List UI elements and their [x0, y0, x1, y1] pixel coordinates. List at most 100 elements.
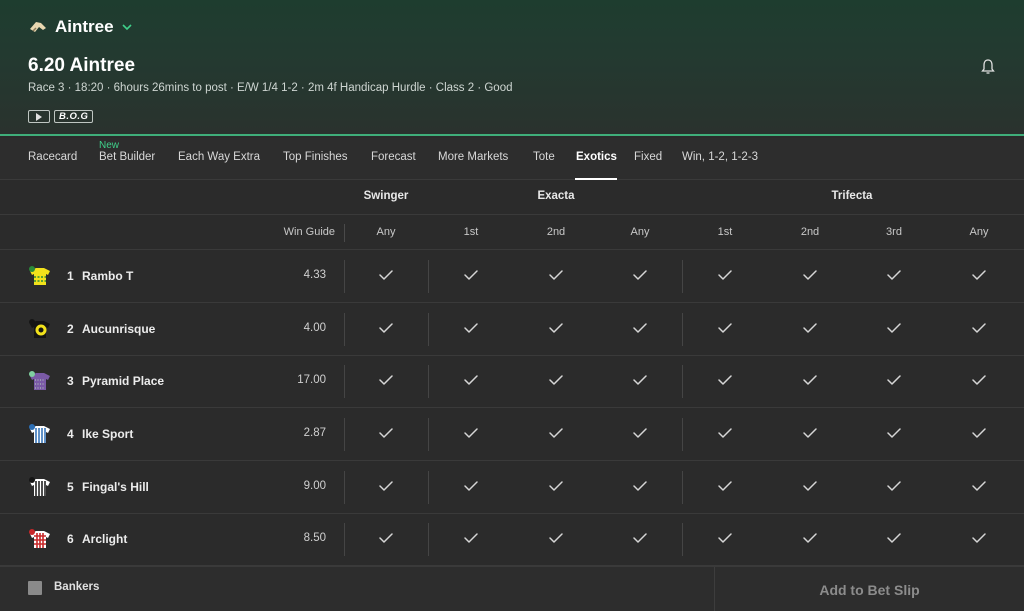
check-icon-trifecta-1st[interactable] [717, 268, 733, 282]
race-title: 6.20 Aintree [28, 55, 136, 76]
tab-exotics[interactable]: Exotics [576, 151, 617, 163]
check-icon-exacta-1st[interactable] [463, 268, 479, 282]
win-guide-price: 2.87 [303, 427, 326, 439]
runner-name[interactable]: Ike Sport [82, 427, 133, 441]
jockey-silk-icon [29, 266, 50, 285]
bet-type-header: Swinger Exacta Trifecta [0, 180, 1024, 215]
jockey-silk-icon [29, 529, 50, 548]
tab-top-finishes[interactable]: Top Finishes [283, 151, 348, 163]
check-icon-trifecta-any[interactable] [971, 479, 987, 493]
tab-racecard[interactable]: Racecard [28, 151, 77, 163]
check-icon-exacta-any[interactable] [632, 373, 648, 387]
check-icon-swinger-any[interactable] [378, 479, 394, 493]
tab-each-way-extra[interactable]: Each Way Extra [178, 151, 260, 163]
add-to-bet-slip-button[interactable]: Add to Bet Slip [714, 567, 1024, 611]
check-icon-exacta-1st[interactable] [463, 531, 479, 545]
check-icon-exacta-2nd[interactable] [548, 373, 564, 387]
bog-badge: B.O.G [54, 110, 94, 123]
check-icon-trifecta-2nd[interactable] [802, 531, 818, 545]
check-icon-exacta-2nd[interactable] [548, 426, 564, 440]
check-icon-trifecta-1st[interactable] [717, 479, 733, 493]
tab-more-markets[interactable]: More Markets [438, 151, 508, 163]
column-divider [344, 365, 345, 398]
check-icon-trifecta-3rd[interactable] [886, 321, 902, 335]
check-icon-trifecta-2nd[interactable] [802, 373, 818, 387]
runner-number: 3 [67, 374, 74, 388]
check-icon-exacta-2nd[interactable] [548, 479, 564, 493]
check-icon-exacta-any[interactable] [632, 426, 648, 440]
check-icon-exacta-1st[interactable] [463, 479, 479, 493]
check-icon-exacta-1st[interactable] [463, 426, 479, 440]
tab-fixed[interactable]: Fixed [634, 151, 662, 163]
group-swinger: Swinger [363, 190, 409, 202]
check-icon-trifecta-1st[interactable] [717, 426, 733, 440]
check-icon-trifecta-any[interactable] [971, 268, 987, 282]
race-info: Race 3 · 18:20 · 6hours 26mins to post ·… [28, 82, 513, 94]
runner-name[interactable]: Fingal's Hill [82, 480, 149, 494]
runner-number: 2 [67, 322, 74, 336]
col-exacta-1st: 1st [463, 226, 479, 238]
check-icon-trifecta-3rd[interactable] [886, 268, 902, 282]
check-icon-exacta-1st[interactable] [463, 321, 479, 335]
check-icon-trifecta-2nd[interactable] [802, 479, 818, 493]
check-icon-trifecta-2nd[interactable] [802, 426, 818, 440]
runner-name[interactable]: Rambo T [82, 269, 133, 283]
chevron-down-icon[interactable] [121, 21, 133, 33]
check-icon-swinger-any[interactable] [378, 321, 394, 335]
col-exacta-2nd: 2nd [546, 226, 566, 238]
check-icon-trifecta-any[interactable] [971, 531, 987, 545]
check-icon-trifecta-2nd[interactable] [802, 321, 818, 335]
check-icon-exacta-2nd[interactable] [548, 321, 564, 335]
jockey-silk-icon [29, 371, 50, 390]
win-guide-price: 9.00 [303, 480, 326, 492]
check-icon-trifecta-3rd[interactable] [886, 479, 902, 493]
check-icon-exacta-1st[interactable] [463, 373, 479, 387]
venue-name: Aintree [55, 17, 114, 36]
check-icon-exacta-any[interactable] [632, 531, 648, 545]
runner-name[interactable]: Aucunrisque [82, 322, 155, 336]
bankers-checkbox[interactable] [28, 581, 42, 595]
tab-win-placings[interactable]: Win, 1-2, 1-2-3 [682, 151, 758, 163]
check-icon-swinger-any[interactable] [378, 373, 394, 387]
check-icon-trifecta-any[interactable] [971, 373, 987, 387]
group-trifecta: Trifecta [831, 190, 873, 202]
col-trifecta-1st: 1st [717, 226, 733, 238]
check-icon-exacta-any[interactable] [632, 321, 648, 335]
new-badge: New [99, 140, 120, 151]
tab-bet-builder[interactable]: Bet Builder [99, 151, 155, 163]
check-icon-swinger-any[interactable] [378, 268, 394, 282]
col-win-guide: Win Guide [283, 226, 335, 238]
col-swinger-any: Any [376, 226, 396, 238]
check-icon-exacta-2nd[interactable] [548, 268, 564, 282]
col-exacta-any: Any [630, 226, 650, 238]
runner-name[interactable]: Pyramid Place [82, 374, 164, 388]
check-icon-swinger-any[interactable] [378, 531, 394, 545]
play-icon[interactable] [28, 110, 50, 123]
check-icon-trifecta-3rd[interactable] [886, 426, 902, 440]
check-icon-trifecta-3rd[interactable] [886, 531, 902, 545]
check-icon-trifecta-1st[interactable] [717, 531, 733, 545]
bell-icon[interactable] [980, 58, 996, 76]
check-icon-trifecta-3rd[interactable] [886, 373, 902, 387]
column-divider [344, 418, 345, 451]
runner-name[interactable]: Arclight [82, 532, 127, 546]
check-icon-trifecta-any[interactable] [971, 426, 987, 440]
runner-row: 2 Aucunrisque 4.00 [0, 303, 1024, 356]
check-icon-exacta-2nd[interactable] [548, 531, 564, 545]
jockey-silk-icon [29, 477, 50, 496]
runner-number: 5 [67, 480, 74, 494]
check-icon-trifecta-any[interactable] [971, 321, 987, 335]
runner-row: 4 Ike Sport 2.87 [0, 408, 1024, 461]
tab-forecast[interactable]: Forecast [371, 151, 416, 163]
check-icon-exacta-any[interactable] [632, 479, 648, 493]
check-icon-trifecta-1st[interactable] [717, 373, 733, 387]
venue-selector[interactable]: Aintree [28, 16, 133, 38]
tab-tote[interactable]: Tote [533, 151, 555, 163]
check-icon-trifecta-2nd[interactable] [802, 268, 818, 282]
check-icon-exacta-any[interactable] [632, 268, 648, 282]
check-icon-trifecta-1st[interactable] [717, 321, 733, 335]
check-icon-swinger-any[interactable] [378, 426, 394, 440]
runner-row: 6 Arclight 8.50 [0, 513, 1024, 566]
win-guide-price: 8.50 [303, 532, 326, 544]
column-divider [428, 418, 429, 451]
